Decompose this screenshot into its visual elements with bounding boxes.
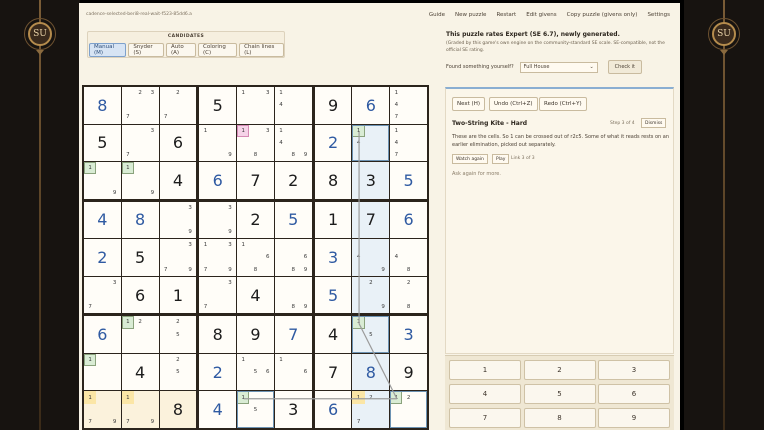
nav-copy-puzzle[interactable]: Copy puzzle (givens only) [567, 12, 638, 18]
dismiss-button[interactable]: Dismiss [641, 118, 667, 128]
digit-key[interactable]: 7 [449, 408, 521, 428]
link-counter: Link 3 of 3 [511, 156, 535, 161]
digit-key[interactable]: 8 [523, 408, 596, 428]
chain-lines [243, 131, 398, 400]
step-counter: Step 3 of 4 [610, 121, 635, 126]
chain-link [358, 323, 398, 400]
rating-info: This puzzle rates Expert (SE 6.7), newly… [446, 31, 674, 54]
screen: SU SU cadence-selected-beri8-real-wait-f… [0, 0, 764, 430]
chevron-down-icon [36, 50, 44, 55]
chevron-down-icon [720, 50, 728, 55]
rating-description: (Graded by this game's own engine on the… [446, 41, 665, 53]
mode-coloring-button[interactable]: Coloring (C) [198, 43, 238, 57]
hint-title: Two-String Kite - Hard [452, 120, 528, 127]
sudoku-board: 8237275131496147537619138148921414719194… [82, 85, 429, 430]
candidate-modes: Manual (M) Snyder (S) Auto (A) Coloring … [89, 43, 284, 57]
nav-settings[interactable]: Settings [647, 12, 670, 18]
chevron-down-icon: ⌄ [589, 64, 594, 70]
ask-more-text: Ask again for more. [452, 171, 501, 177]
technique-select-value: Full House [523, 64, 550, 70]
top-nav: Guide New puzzle Restart Edit givens Cop… [429, 12, 670, 18]
nav-restart[interactable]: Restart [496, 12, 516, 18]
check-it-button[interactable]: Check it [607, 60, 642, 74]
digit-key[interactable]: 3 [598, 360, 670, 380]
nav-guide[interactable]: Guide [429, 12, 445, 18]
found-label: Found something yourself? [446, 64, 514, 70]
mode-chain-lines-button[interactable]: Chain lines (L) [239, 43, 284, 57]
digit-key[interactable]: 1 [449, 360, 521, 380]
mode-auto-button[interactable]: Auto (A) [165, 43, 196, 57]
brand-medal-left: SU [28, 22, 52, 46]
digit-key[interactable]: 4 [449, 384, 521, 404]
found-row: Found something yourself? Full House ⌄ C… [446, 60, 642, 74]
redo-button[interactable]: Redo (Ctrl+Y) [539, 97, 587, 111]
nav-edit-givens[interactable]: Edit givens [526, 12, 556, 18]
play-button[interactable]: Play [492, 154, 510, 164]
brand-medal-right: SU [712, 22, 736, 46]
candidates-heading: CANDIDATES [167, 34, 205, 39]
watch-again-button[interactable]: Watch again [452, 154, 488, 164]
hint-text: These are the cells. So 1 can be crossed… [452, 134, 670, 148]
hint-panel: Next (H) Undo (Ctrl+Z) Redo (Ctrl+Y) Two… [445, 87, 674, 354]
number-pad: 123 456 789 [445, 355, 674, 430]
pillar-line [39, 0, 41, 430]
rating-title: This puzzle rates Expert (SE 6.7), newly… [446, 31, 620, 38]
digit-key[interactable]: 9 [598, 408, 670, 428]
sudoku-app: cadence-selected-beri8-real-wait-f523-85… [79, 3, 680, 430]
left-decor-pillar: SU [0, 0, 80, 430]
technique-select[interactable]: Full House ⌄ [519, 61, 598, 73]
pillar-line [723, 0, 725, 430]
candidates-panel: CANDIDATES Manual (M) Snyder (S) Auto (A… [87, 31, 285, 58]
mode-manual-button[interactable]: Manual (M) [89, 43, 127, 57]
digit-key[interactable]: 2 [523, 360, 596, 380]
undo-button[interactable]: Undo (Ctrl+Z) [489, 97, 538, 111]
mode-snyder-button[interactable]: Snyder (S) [128, 43, 164, 57]
digit-key[interactable]: 6 [598, 384, 670, 404]
right-decor-pillar: SU [684, 0, 764, 430]
nav-new-puzzle[interactable]: New puzzle [455, 12, 486, 18]
digit-key[interactable]: 5 [523, 384, 596, 404]
puzzle-url: cadence-selected-beri8-real-wait-f523-85… [86, 12, 192, 17]
next-button[interactable]: Next (H) [452, 97, 485, 111]
